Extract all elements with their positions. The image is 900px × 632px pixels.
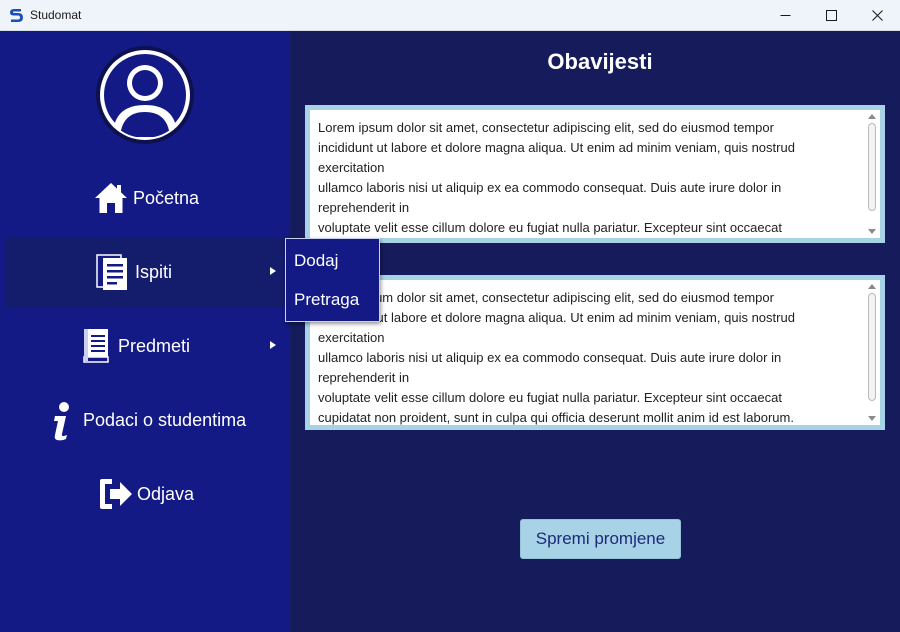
scroll-down-icon[interactable] [868, 229, 876, 234]
submenu-arrow-icon [270, 341, 276, 349]
submenu-item-dodaj[interactable]: Dodaj [286, 242, 379, 280]
notice-scrollbar[interactable] [864, 280, 880, 425]
scroll-up-icon[interactable] [868, 114, 876, 119]
scroll-up-icon[interactable] [868, 284, 876, 289]
save-changes-button[interactable]: Spremi promjene [520, 519, 681, 559]
document-icon [96, 254, 127, 290]
scrollbar-thumb[interactable] [868, 293, 876, 401]
notice-textarea[interactable]: Lorem ipsum dolor sit amet, consectetur … [310, 110, 880, 238]
page-title: Obavijesti [547, 49, 653, 74]
sidebar-item-ispiti[interactable]: Ispiti [5, 237, 285, 307]
sidebar-item-odjava[interactable]: Odjava [5, 459, 285, 529]
notice-text: Lorem ipsum dolor sit amet, consectetur … [318, 290, 795, 425]
scrollbar-thumb[interactable] [868, 123, 876, 211]
maximize-button[interactable] [808, 0, 854, 31]
sidebar-item-pocetna[interactable]: Početna [5, 163, 285, 233]
sidebar: Početna Ispiti Predmeti Podaci o student… [0, 31, 290, 632]
sidebar-item-label: Ispiti [135, 262, 173, 282]
notice-scrollbar[interactable] [864, 110, 880, 238]
submenu-arrow-icon [270, 267, 276, 275]
sidebar-item-label: Odjava [137, 484, 195, 504]
minimize-button[interactable] [762, 0, 808, 31]
minimize-icon [780, 15, 790, 16]
logout-icon [100, 479, 132, 509]
ispiti-submenu: Dodaj Pretraga [285, 238, 380, 322]
window-title: Studomat [30, 8, 82, 22]
info-icon [54, 402, 69, 441]
notice-textarea[interactable]: Lorem ipsum dolor sit amet, consectetur … [310, 280, 880, 425]
notice-text: Lorem ipsum dolor sit amet, consectetur … [318, 120, 795, 235]
submenu-item-pretraga[interactable]: Pretraga [286, 281, 379, 319]
scroll-down-icon[interactable] [868, 416, 876, 421]
home-icon [95, 183, 127, 213]
sidebar-item-podaci-o-studentima[interactable]: Podaci o studentima [5, 385, 285, 455]
studomat-logo-icon [10, 9, 23, 22]
sidebar-item-label: Podaci o studentima [83, 410, 247, 430]
title-bar: Studomat [0, 0, 900, 31]
main-panel: Obavijesti Lorem ipsum dolor sit amet, c… [290, 31, 900, 632]
close-button[interactable] [854, 0, 900, 31]
sidebar-item-label: Početna [133, 188, 200, 208]
notice-textarea-frame: Lorem ipsum dolor sit amet, consectetur … [305, 275, 885, 430]
notice-textarea-frame: Lorem ipsum dolor sit amet, consectetur … [305, 105, 885, 243]
close-icon [871, 10, 883, 21]
maximize-icon [825, 10, 837, 21]
book-icon [83, 329, 109, 363]
sidebar-item-predmeti[interactable]: Predmeti [5, 311, 285, 381]
sidebar-item-label: Predmeti [118, 336, 191, 356]
user-avatar-icon [96, 46, 194, 144]
